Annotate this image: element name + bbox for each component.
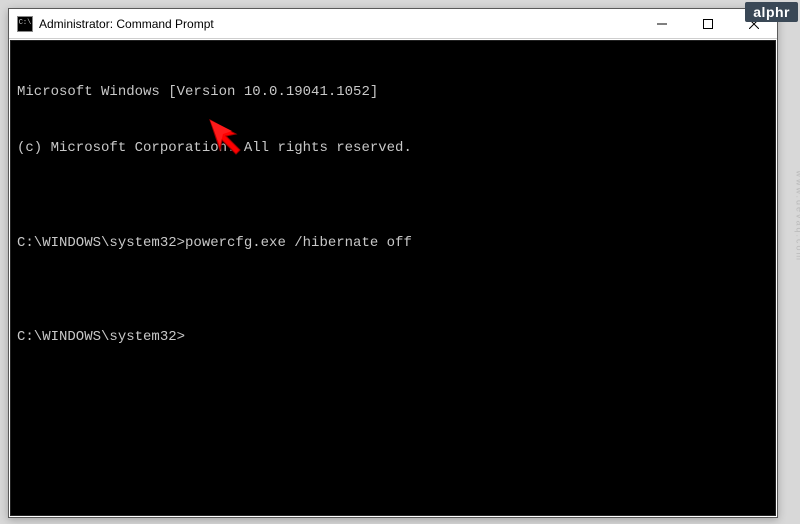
brand-badge: alphr — [745, 2, 798, 22]
command-prompt-window: C:\ Administrator: Command Prompt Micros… — [8, 8, 778, 518]
cmd-icon-label: C:\ — [19, 20, 32, 27]
maximize-button[interactable] — [685, 9, 731, 38]
terminal-line: Microsoft Windows [Version 10.0.19041.10… — [17, 83, 769, 102]
window-title: Administrator: Command Prompt — [39, 17, 214, 31]
minimize-icon — [657, 19, 667, 29]
side-watermark: www.devaq.com — [795, 170, 800, 262]
titlebar[interactable]: C:\ Administrator: Command Prompt — [9, 9, 777, 39]
red-arrow-annotation — [206, 116, 246, 156]
terminal-line: (c) Microsoft Corporation. All rights re… — [17, 139, 769, 158]
terminal-prompt-line: C:\WINDOWS\system32> — [17, 328, 769, 347]
terminal-area[interactable]: Microsoft Windows [Version 10.0.19041.10… — [10, 40, 776, 516]
minimize-button[interactable] — [639, 9, 685, 38]
maximize-icon — [703, 19, 713, 29]
cursor — [185, 330, 193, 345]
prompt-prefix: C:\WINDOWS\system32> — [17, 329, 185, 345]
cmd-icon: C:\ — [17, 16, 33, 32]
terminal-line: C:\WINDOWS\system32>powercfg.exe /hibern… — [17, 234, 769, 253]
